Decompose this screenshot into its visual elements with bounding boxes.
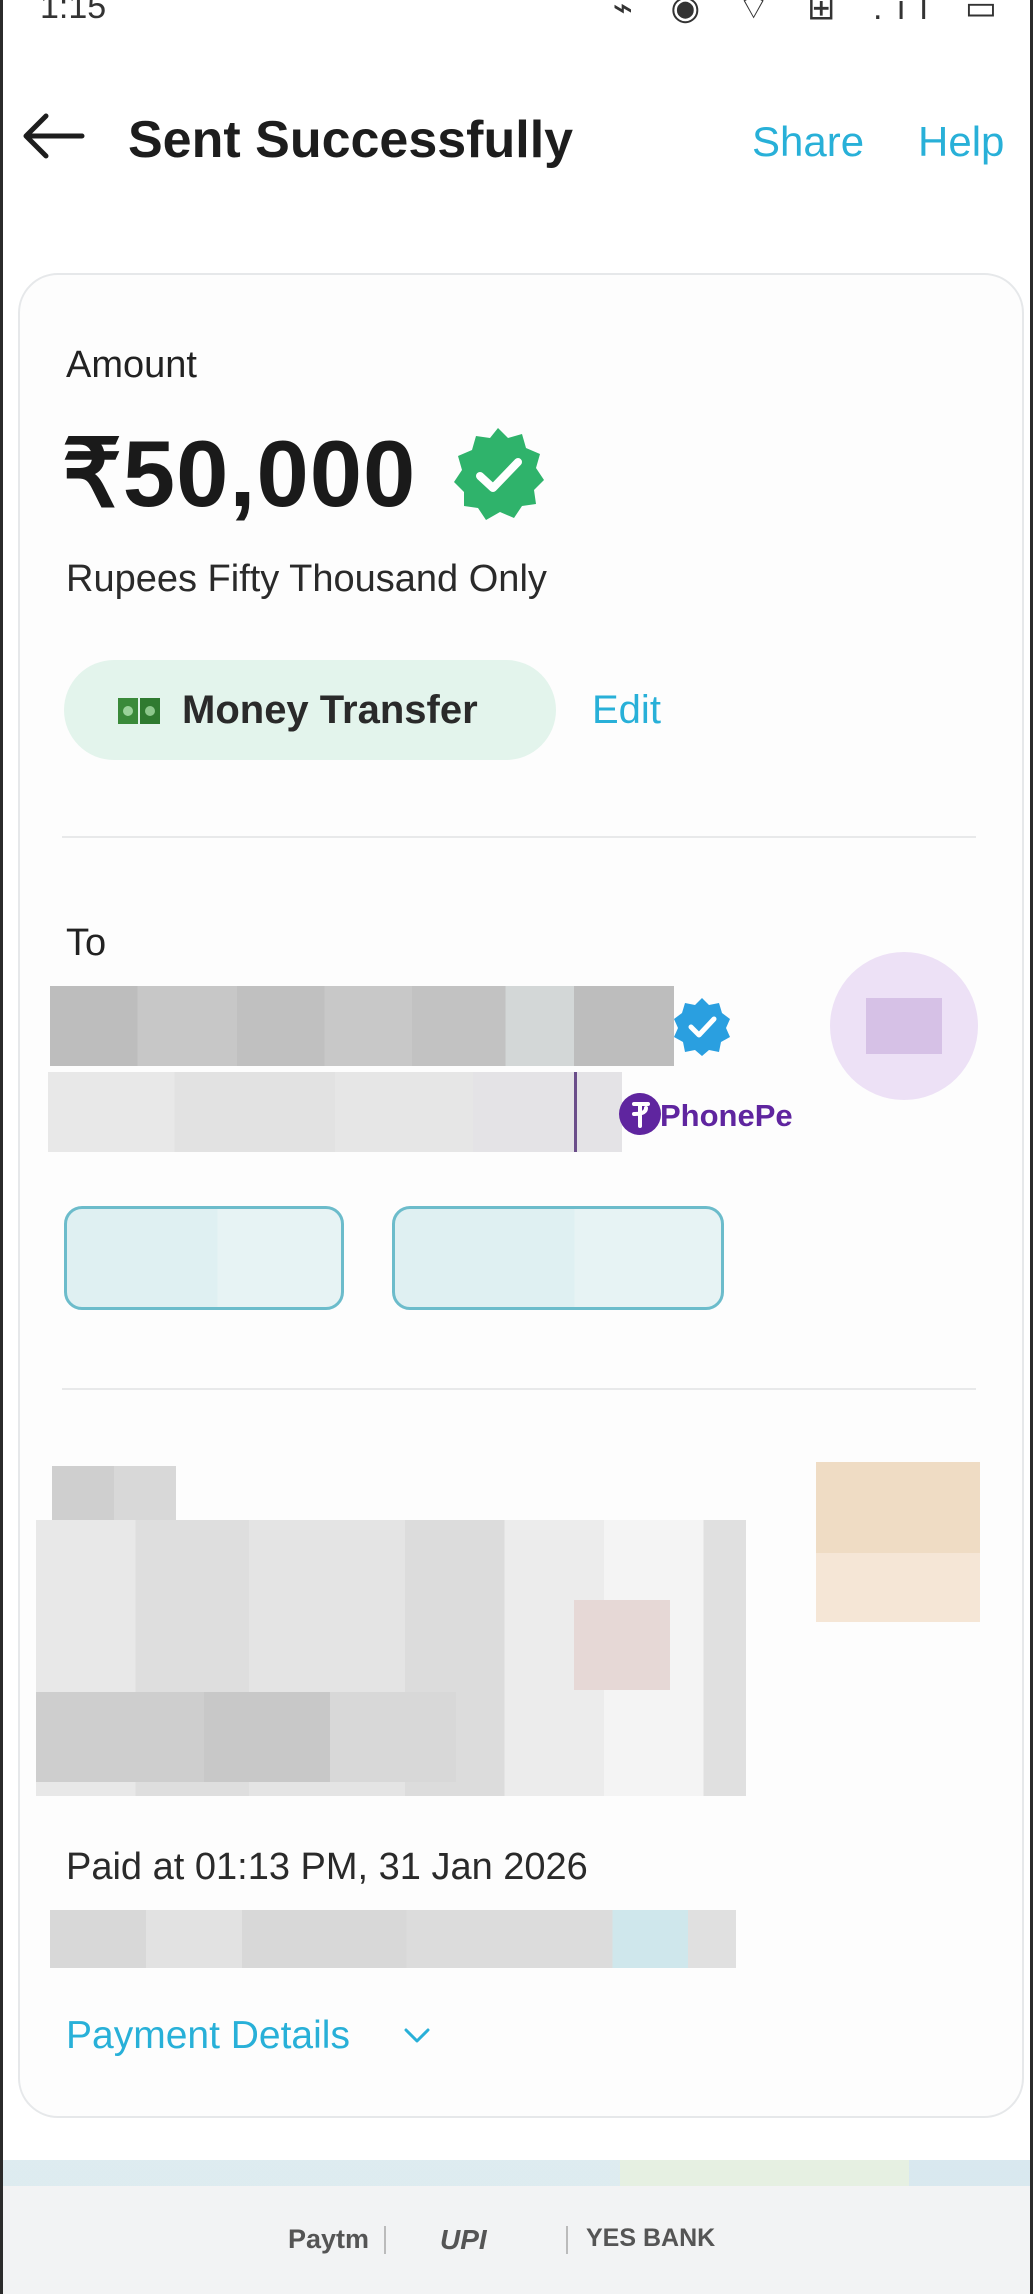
amount-in-words: Rupees Fifty Thousand Only xyxy=(66,558,547,600)
separator xyxy=(574,1072,577,1152)
page-title: Sent Successfully xyxy=(128,111,574,169)
divider xyxy=(62,836,976,838)
sender-details-redacted xyxy=(36,1520,746,1796)
recipient-avatar[interactable] xyxy=(830,952,978,1100)
recipient-action-button-1[interactable] xyxy=(64,1206,344,1310)
separator xyxy=(566,2226,568,2254)
paid-at-timestamp: Paid at 01:13 PM, 31 Jan 2026 xyxy=(66,1846,588,1888)
yes-bank-logo: YES BANK xyxy=(586,2224,716,2252)
phonepe-logo-icon xyxy=(619,1093,661,1135)
partner-logos: Paytm UPI YES BANK xyxy=(280,2222,760,2262)
upi-logo: UPI xyxy=(440,2224,487,2255)
header: Sent Successfully Share Help xyxy=(0,90,1033,190)
avatar-redacted xyxy=(866,998,942,1054)
bank-logo-redacted xyxy=(816,1462,980,1622)
edit-category-button[interactable]: Edit xyxy=(592,688,661,733)
amount-value: ₹50,000 xyxy=(62,421,417,526)
share-button[interactable]: Share xyxy=(752,118,864,166)
status-bar: 1:15 ⌁ ◉ ⌔ ⊞ .ıl ▭ xyxy=(0,0,1033,40)
device-bezel xyxy=(0,0,3,2294)
paytm-logo: Paytm xyxy=(288,2224,370,2254)
footer-partners: Paytm UPI YES BANK xyxy=(0,2186,1033,2294)
status-time: 1:15 xyxy=(40,0,107,26)
recipient-name-redacted xyxy=(50,986,674,1066)
chevron-down-icon[interactable] xyxy=(400,2020,434,2050)
recipient-action-button-2[interactable] xyxy=(392,1206,724,1310)
category-label: Money Transfer xyxy=(182,688,478,732)
payment-success-screen: 1:15 ⌁ ◉ ⌔ ⊞ .ıl ▭ Sent Successfully Sha… xyxy=(0,0,1033,2294)
phonepe-label: PhonePe xyxy=(660,1098,793,1133)
transaction-id-redacted xyxy=(50,1910,736,1968)
banknote-icon xyxy=(118,698,160,724)
from-label-redacted xyxy=(52,1466,176,1520)
divider xyxy=(62,1388,976,1390)
recipient-upi-redacted xyxy=(48,1072,622,1152)
arrow-left-icon[interactable] xyxy=(20,112,86,160)
verified-blue-check-icon xyxy=(674,998,730,1056)
help-button[interactable]: Help xyxy=(918,118,1004,166)
status-icons: ⌁ ◉ ⌔ ⊞ .ıl ▭ xyxy=(612,0,1011,27)
category-chip[interactable]: Money Transfer xyxy=(64,660,556,760)
to-label: To xyxy=(66,922,107,964)
verified-check-icon xyxy=(454,428,544,520)
payment-details-toggle[interactable]: Payment Details xyxy=(66,2014,350,2058)
amount-label: Amount xyxy=(66,344,197,386)
separator xyxy=(384,2226,386,2254)
transaction-card xyxy=(18,273,1024,2118)
